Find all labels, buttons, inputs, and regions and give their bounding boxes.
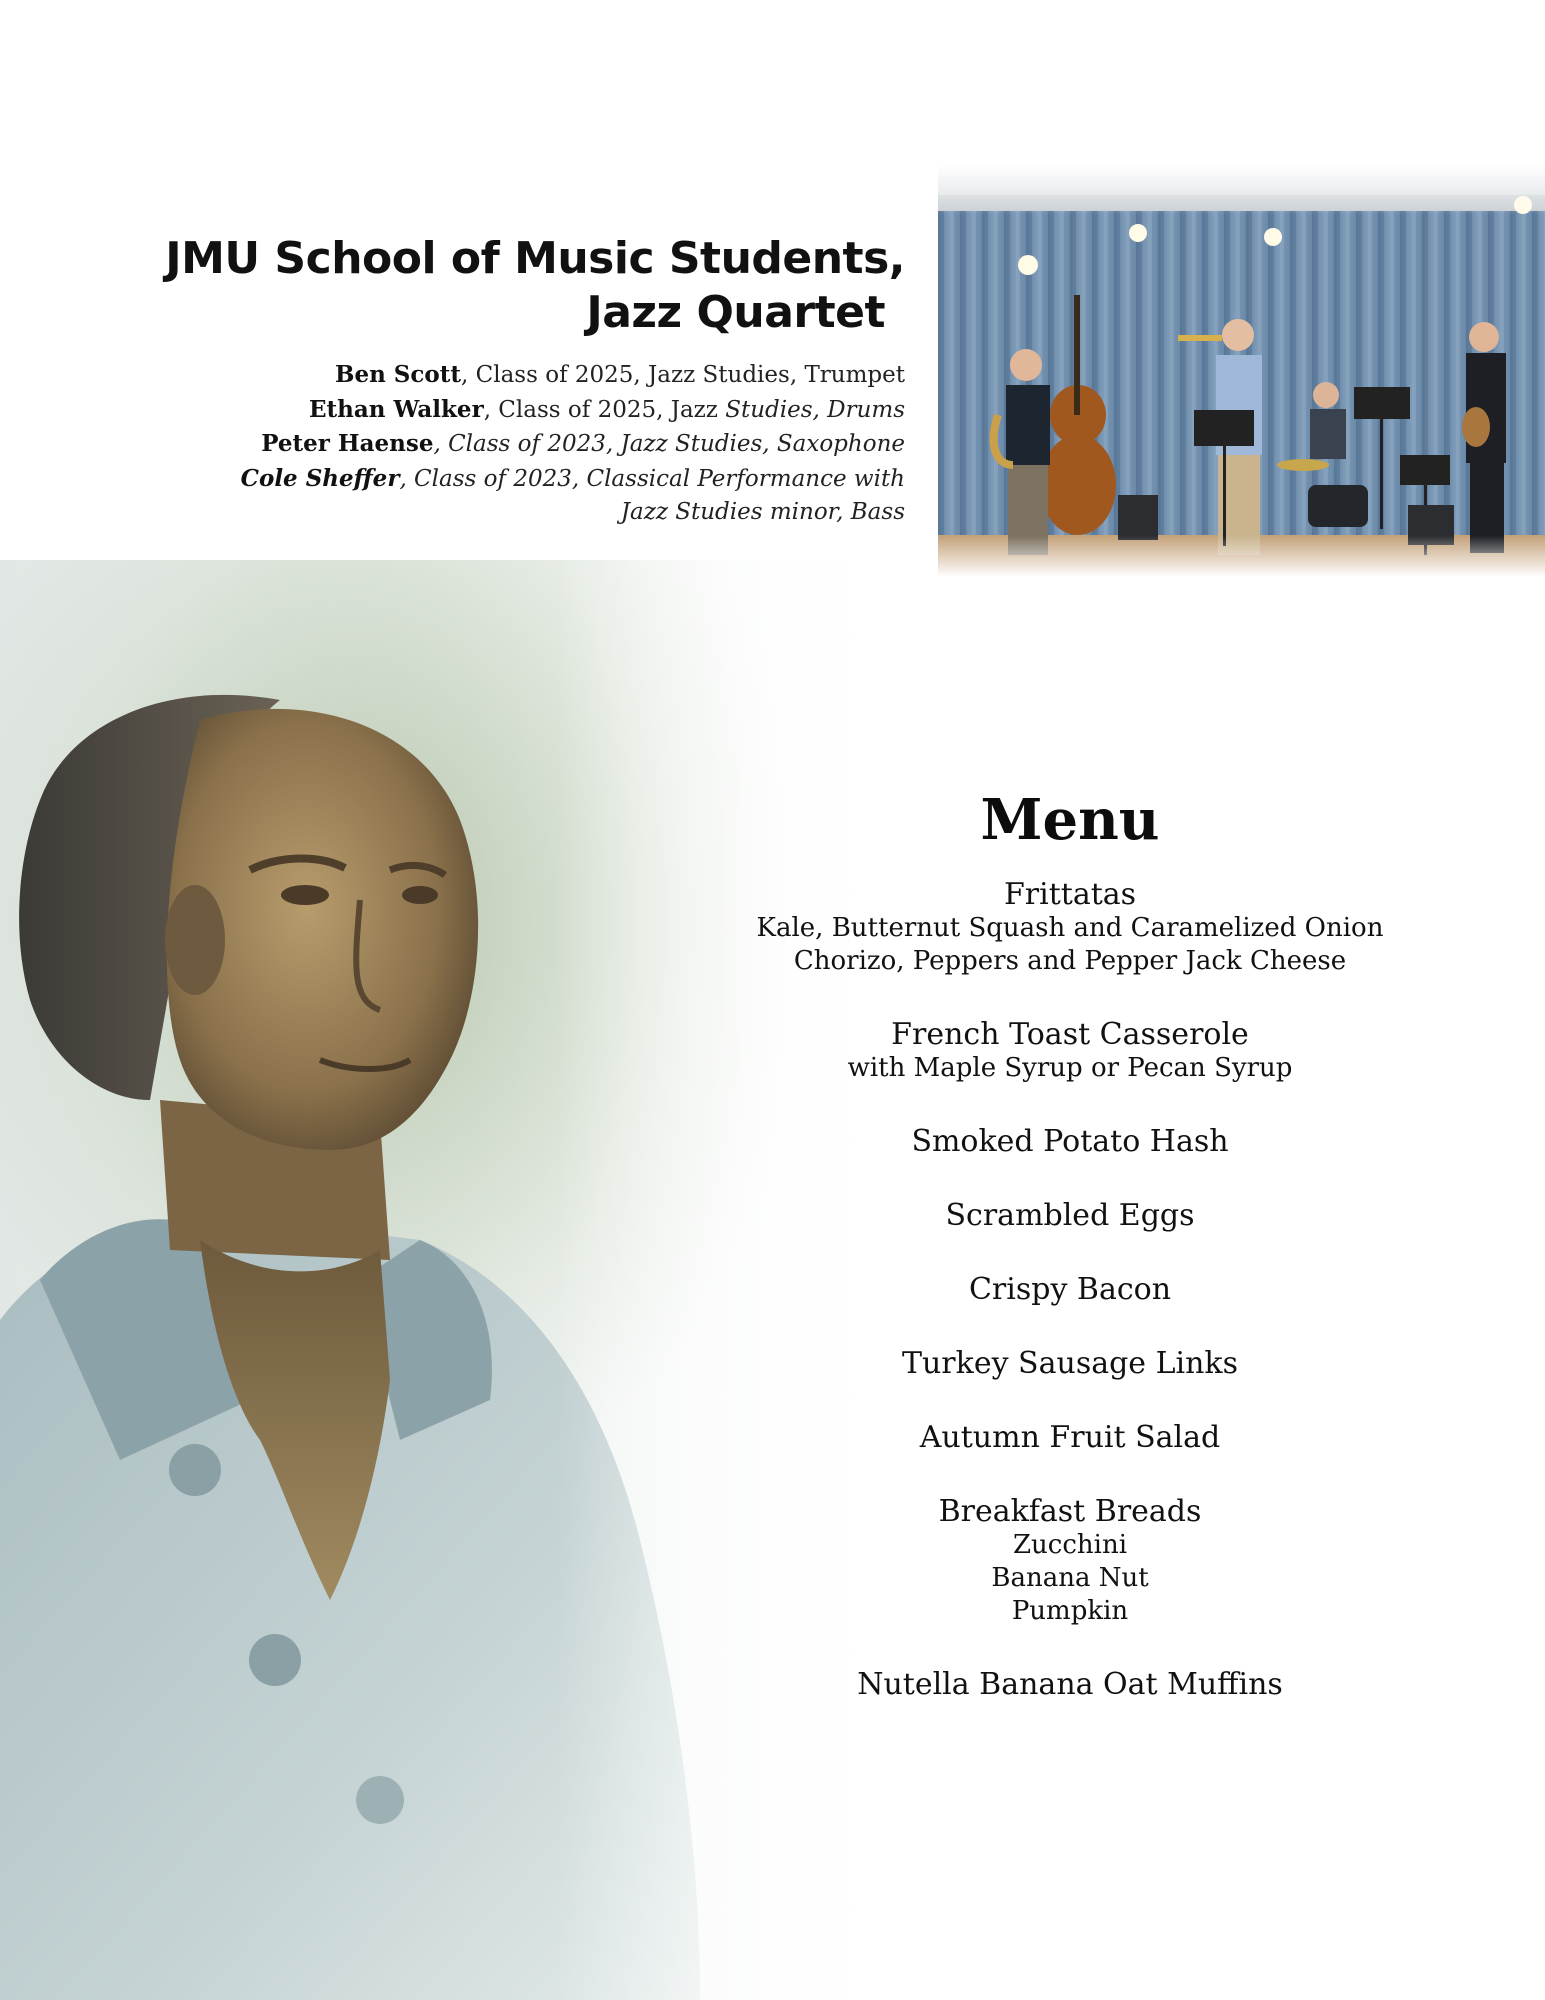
performer-item: Peter Haense, Class of 2023, Jazz Studie… (145, 427, 905, 462)
performer-detail: Jazz Studies minor, Bass (620, 499, 905, 525)
menu-item: Crispy Bacon (690, 1273, 1450, 1307)
performer-list: Ben Scott, Class of 2025, Jazz Studies, … (145, 358, 905, 530)
menu-item-name: Crispy Bacon (968, 1272, 1172, 1307)
menu-item: French Toast Casserole with Maple Syrup … (690, 1018, 1450, 1085)
menu-item-option: Chorizo, Peppers and Pepper Jack Cheese (793, 946, 1347, 976)
menu-item: Nutella Banana Oat Muffins (690, 1668, 1450, 1702)
menu-item: Frittatas Kale, Butternut Squash and Car… (690, 878, 1450, 978)
menu-item: Breakfast Breads Zucchini Banana Nut Pum… (690, 1495, 1450, 1628)
menu-item-option: Pumpkin (1011, 1596, 1129, 1626)
performer-detail-italic: Studies, Drums (725, 396, 905, 423)
menu-title: Menu (980, 787, 1160, 853)
menu-item-name: Nutella Banana Oat Muffins (857, 1667, 1283, 1702)
menu-item: Scrambled Eggs (690, 1199, 1450, 1233)
menu-item-name: Breakfast Breads (938, 1494, 1202, 1529)
menu-item-option: Kale, Butternut Squash and Caramelized O… (756, 913, 1384, 943)
performer-item: Ben Scott, Class of 2025, Jazz Studies, … (145, 358, 905, 393)
jazz-quartet-photo (938, 165, 1545, 577)
menu-item-name: Scrambled Eggs (945, 1198, 1195, 1233)
menu-section: Menu Frittatas Kale, Butternut Squash an… (690, 782, 1450, 1742)
menu-item-option: Zucchini (1012, 1530, 1128, 1560)
menu-item-name: Frittatas (1003, 877, 1137, 912)
menu-item: Turkey Sausage Links (690, 1347, 1450, 1381)
title-line-1: JMU School of Music Students, (165, 233, 905, 284)
performer-name: Ethan Walker (309, 395, 484, 423)
menu-item-option: with Maple Syrup or Pecan Syrup (847, 1053, 1293, 1083)
performer-detail: , Class of 2023, Classical Performance w… (399, 465, 905, 492)
title-line-2: Jazz Quartet (586, 287, 885, 338)
menu-item-name: Smoked Potato Hash (911, 1124, 1229, 1159)
performer-detail: , Class of 2025, Jazz (483, 396, 726, 423)
performer-detail: , Class of 2023, Jazz Studies, Saxophone (433, 431, 905, 457)
menu-item-name: French Toast Casserole (891, 1017, 1249, 1052)
menu-item: Autumn Fruit Salad (690, 1421, 1450, 1455)
performer-item-continued: Jazz Studies minor, Bass (145, 496, 905, 530)
performer-name: Cole Sheffer (240, 464, 400, 492)
performer-name: Ben Scott (335, 361, 462, 388)
menu-item-name: Turkey Sausage Links (901, 1346, 1239, 1381)
page-title: JMU School of Music Students, Jazz Quart… (45, 232, 905, 340)
performer-item: Cole Sheffer, Class of 2023, Classical P… (145, 462, 905, 497)
performer-detail: , Class of 2025, Jazz Studies, Trumpet (461, 362, 905, 388)
menu-item-name: Autumn Fruit Salad (919, 1420, 1221, 1455)
menu-item-option: Banana Nut (991, 1563, 1149, 1593)
menu-item: Smoked Potato Hash (690, 1125, 1450, 1159)
performer-name: Peter Haense (261, 430, 434, 457)
performer-item: Ethan Walker, Class of 2025, Jazz Studie… (145, 393, 905, 428)
